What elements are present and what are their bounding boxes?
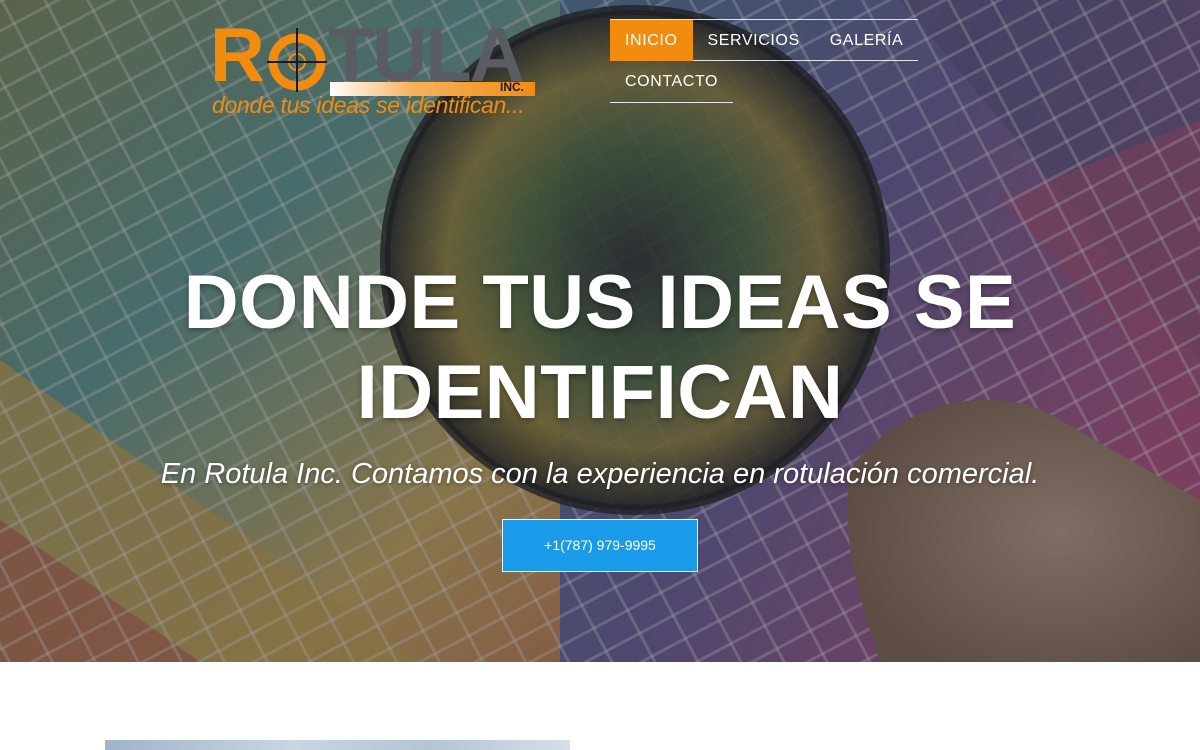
rotula-logo[interactable]: R TULA INC. donde tus ideas se identific… bbox=[210, 12, 540, 122]
hero-title: DONDE TUS IDEAS SE IDENTIFICAN bbox=[100, 258, 1100, 438]
phone-call-button[interactable]: +1(787) 979-9995 bbox=[502, 519, 698, 572]
nav-row-secondary: CONTACTO bbox=[610, 61, 733, 103]
logo-tagline: donde tus ideas se identifican... bbox=[212, 92, 525, 118]
nav-item-servicios[interactable]: SERVICIOS bbox=[693, 20, 815, 61]
nav-item-inicio[interactable]: INICIO bbox=[610, 20, 693, 61]
nav-item-contacto[interactable]: CONTACTO bbox=[610, 61, 733, 102]
hero-title-line-1: DONDE TUS IDEAS SE bbox=[183, 260, 1017, 345]
nav-item-galeria[interactable]: GALERÍA bbox=[815, 20, 919, 61]
section-image-preview bbox=[105, 740, 570, 750]
hero-subtitle: En Rotula Inc. Contamos con la experienc… bbox=[160, 458, 1040, 490]
hero-title-line-2: IDENTIFICAN bbox=[356, 350, 844, 435]
nav-row-primary: INICIO SERVICIOS GALERÍA bbox=[610, 19, 918, 61]
logo-letter-r: R bbox=[210, 13, 265, 98]
main-navigation: INICIO SERVICIOS GALERÍA CONTACTO bbox=[610, 19, 918, 103]
crosshair-icon bbox=[267, 28, 327, 92]
hero-section: R TULA INC. donde tus ideas se identific… bbox=[0, 0, 1200, 662]
